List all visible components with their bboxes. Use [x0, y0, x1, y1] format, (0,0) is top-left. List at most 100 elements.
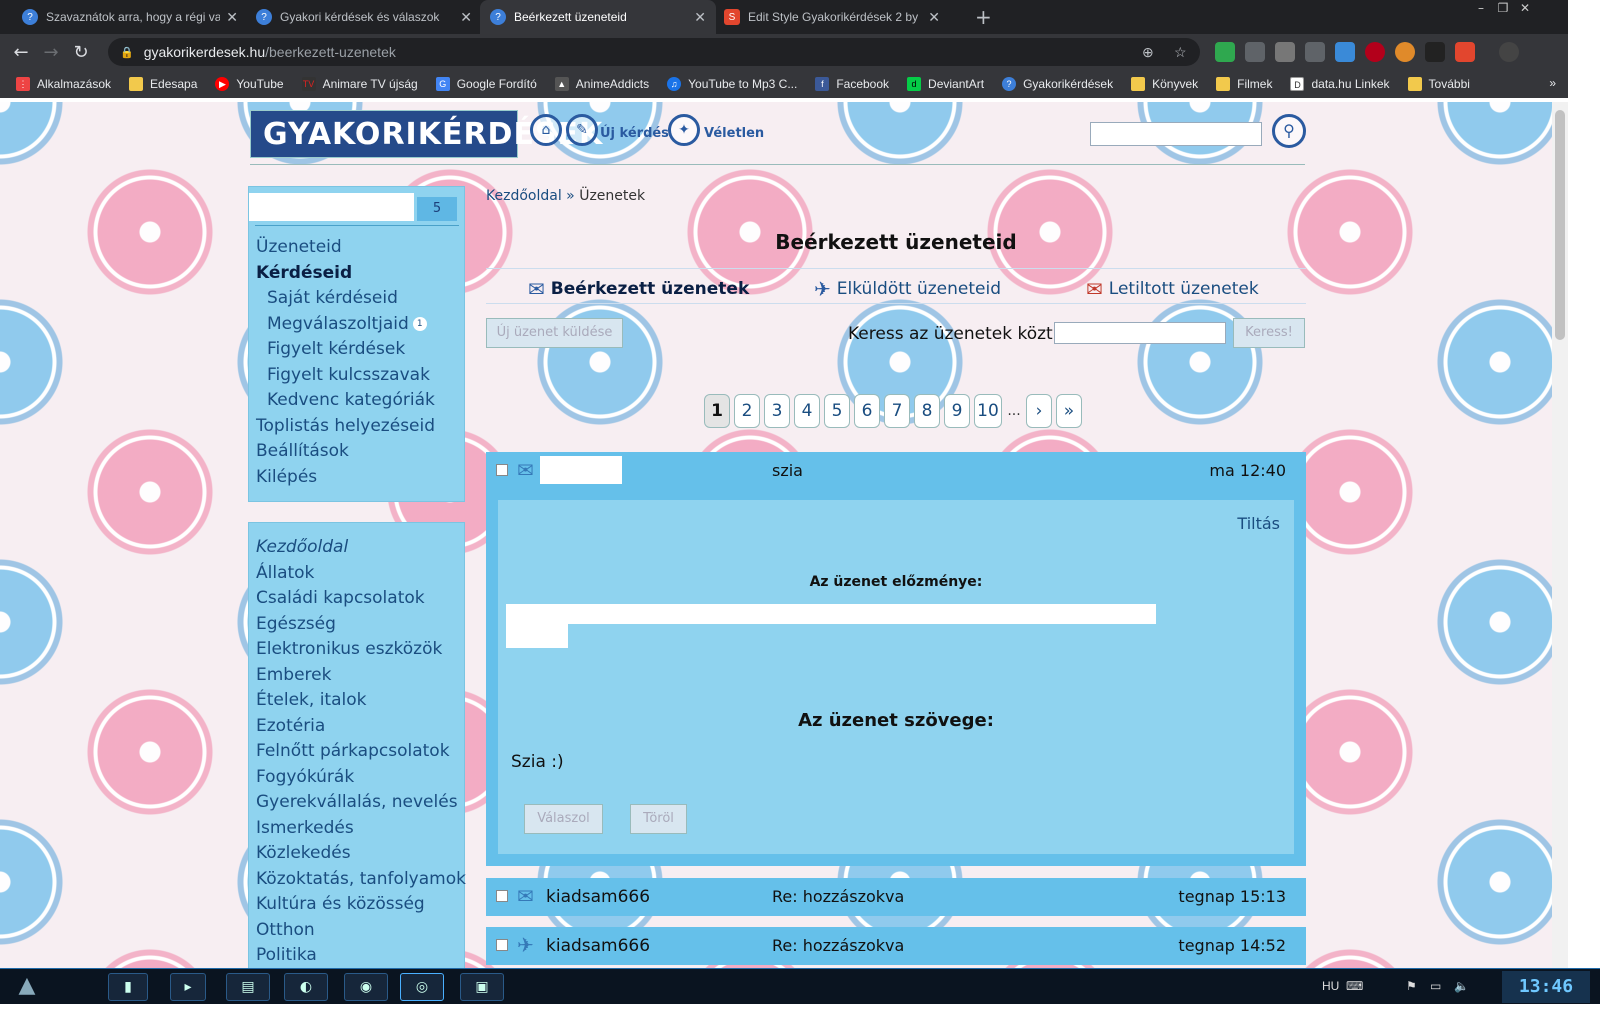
category-item[interactable]: Felnőtt párkapcsolatok [256, 739, 466, 765]
taskbar-app-icon[interactable]: ◉ [344, 973, 388, 1001]
category-item[interactable]: Közlekedés [256, 841, 466, 867]
category-item[interactable]: Ezotéria [256, 714, 466, 740]
bookmark-item[interactable]: ▲ AnimeAddicts [554, 77, 649, 91]
extension-icon[interactable] [1425, 42, 1445, 62]
message-sender[interactable]: kiadsam666 [546, 936, 650, 956]
category-item[interactable]: Kezdőoldal [256, 535, 466, 561]
volume-icon[interactable]: 🔈 [1454, 979, 1469, 993]
menu-item-favorite-categories[interactable]: Kedvenc kategóriák [256, 388, 435, 414]
message-header[interactable]: ✉ szia ma 12:40 [486, 452, 1306, 490]
extension-icon[interactable] [1215, 42, 1235, 62]
home-icon[interactable]: ⌂ [530, 114, 562, 146]
close-tab-icon[interactable]: ✕ [694, 9, 706, 26]
menu-item-answered[interactable]: Megválaszoltjaid 1 [256, 312, 435, 338]
reload-icon[interactable]: ↻ [66, 42, 96, 63]
page-link[interactable]: 6 [854, 394, 880, 428]
start-icon[interactable]: ▲ [10, 971, 44, 1003]
page-link[interactable]: 8 [914, 394, 940, 428]
taskbar-app-icon[interactable]: ◐ [284, 973, 328, 1001]
page-link[interactable]: 1 [704, 394, 730, 428]
category-item[interactable]: Állatok [256, 561, 466, 587]
close-tab-icon[interactable]: ✕ [460, 9, 472, 26]
zoom-icon[interactable]: ⊕ [1142, 44, 1154, 61]
message-subject[interactable]: Re: hozzászokva [772, 936, 904, 955]
new-question-link[interactable]: Új kérdés [600, 126, 669, 141]
category-item[interactable]: Elektronikus eszközök [256, 637, 466, 663]
taskbar-app-icon[interactable]: ▸ [170, 973, 206, 1001]
category-item[interactable]: Politika [256, 943, 466, 968]
ublock-icon[interactable] [1365, 42, 1385, 62]
new-tab-icon[interactable]: + [975, 5, 992, 29]
browser-tab[interactable]: ? Szavaznátok arra, hogy a régi va ✕ [12, 0, 248, 34]
bookmark-item[interactable]: Filmek [1216, 77, 1272, 91]
bookmark-item[interactable]: ▶ YouTube [215, 77, 284, 91]
bookmark-item[interactable]: ♫ YouTube to Mp3 C... [667, 77, 797, 91]
chrome-icon[interactable]: ◎ [400, 973, 444, 1001]
reply-button[interactable]: Válaszol [524, 804, 603, 834]
chevron-more-icon[interactable]: » [1549, 76, 1556, 90]
menu-item-settings[interactable]: Beállítások [256, 439, 435, 465]
bookmark-item[interactable]: Edesapa [129, 77, 197, 91]
extension-icon[interactable] [1395, 42, 1415, 62]
menu-item-toplist[interactable]: Toplistás helyezéseid [256, 414, 435, 440]
random-link[interactable]: Véletlen [704, 126, 764, 141]
restore-icon[interactable]: ❐ [1492, 0, 1514, 18]
message-subject[interactable]: szia [772, 461, 803, 480]
bookmark-item[interactable]: További [1407, 77, 1470, 91]
stylus-icon[interactable] [1455, 42, 1475, 62]
page-link[interactable]: 3 [764, 394, 790, 428]
tab-inbox[interactable]: ✉ Beérkezett üzenetek [528, 277, 749, 301]
message-item[interactable]: ✉ kiadsam666 Re: hozzászokva tegnap 15:1… [486, 878, 1306, 916]
keyboard-icon[interactable]: ⌨ [1346, 979, 1363, 993]
menu-item-watched-questions[interactable]: Figyelt kérdések [256, 337, 435, 363]
page-link[interactable]: 7 [884, 394, 910, 428]
page-link[interactable]: 9 [944, 394, 970, 428]
menu-item-questions[interactable]: Kérdéseid [256, 261, 435, 287]
back-icon[interactable]: ← [6, 42, 36, 63]
site-search-input[interactable] [1090, 122, 1262, 146]
block-sender-link[interactable]: Tiltás [1237, 514, 1280, 533]
category-item[interactable]: Családi kapcsolatok [256, 586, 466, 612]
category-item[interactable]: Ismerkedés [256, 816, 466, 842]
taskbar-app-icon[interactable]: ▮ [108, 973, 148, 1001]
category-item[interactable]: Egészség [256, 612, 466, 638]
bookmark-item[interactable]: ? Gyakorikérdések [1002, 77, 1113, 91]
message-checkbox[interactable] [496, 464, 508, 476]
browser-tab[interactable]: ? Gyakori kérdések és válaszok ✕ [246, 0, 482, 34]
close-tab-icon[interactable]: ✕ [226, 9, 238, 26]
language-indicator[interactable]: HU [1322, 979, 1339, 993]
category-item[interactable]: Otthon [256, 918, 466, 944]
bookmark-item[interactable]: ⋮ Alkalmazások [16, 77, 111, 91]
breadcrumb-home-link[interactable]: Kezdőoldal [486, 188, 562, 204]
message-subject[interactable]: Re: hozzászokva [772, 887, 904, 906]
menu-item-logout[interactable]: Kilépés [256, 465, 435, 491]
flag-icon[interactable]: ⚑ [1406, 979, 1417, 993]
bookmark-item[interactable]: Ddata.hu Linkek [1290, 77, 1390, 91]
message-sender[interactable]: kiadsam666 [546, 887, 650, 907]
message-search-input[interactable] [1054, 322, 1226, 344]
menu-item-own-questions[interactable]: Saját kérdéseid [256, 286, 435, 312]
last-page-button[interactable]: » [1056, 394, 1082, 428]
message-checkbox[interactable] [496, 939, 508, 951]
extension-icon[interactable] [1305, 42, 1325, 62]
bookmark-star-icon[interactable]: ☆ [1174, 44, 1187, 61]
menu-item-watched-keywords[interactable]: Figyelt kulcsszavak [256, 363, 435, 389]
message-search-button[interactable]: Keress! [1233, 318, 1305, 348]
bookmark-item[interactable]: d DeviantArt [907, 77, 984, 91]
category-item[interactable]: Gyerekvállalás, nevelés [256, 790, 466, 816]
new-message-button[interactable]: Új üzenet küldése [486, 318, 623, 348]
category-item[interactable]: Kultúra és közösség [256, 892, 466, 918]
scrollbar-thumb[interactable] [1555, 110, 1565, 340]
page-link[interactable]: 10 [974, 394, 1002, 428]
bookmark-item[interactable]: Könyvek [1131, 77, 1198, 91]
file-explorer-icon[interactable]: ▤ [226, 973, 270, 1001]
bookmark-item[interactable]: G Google Fordító [435, 77, 537, 91]
category-item[interactable]: Fogyókúrák [256, 765, 466, 791]
page-link[interactable]: 2 [734, 394, 760, 428]
bookmark-item[interactable]: TV Animare TV újság [301, 77, 418, 91]
tab-blocked[interactable]: ✉ Letiltott üzenetek [1086, 277, 1259, 301]
close-window-icon[interactable]: ✕ [1514, 0, 1536, 18]
close-tab-icon[interactable]: ✕ [928, 9, 940, 26]
minimize-icon[interactable]: – [1470, 0, 1492, 18]
browser-tab[interactable]: S Edit Style Gyakorikérdések 2 by ✕ [714, 0, 950, 34]
